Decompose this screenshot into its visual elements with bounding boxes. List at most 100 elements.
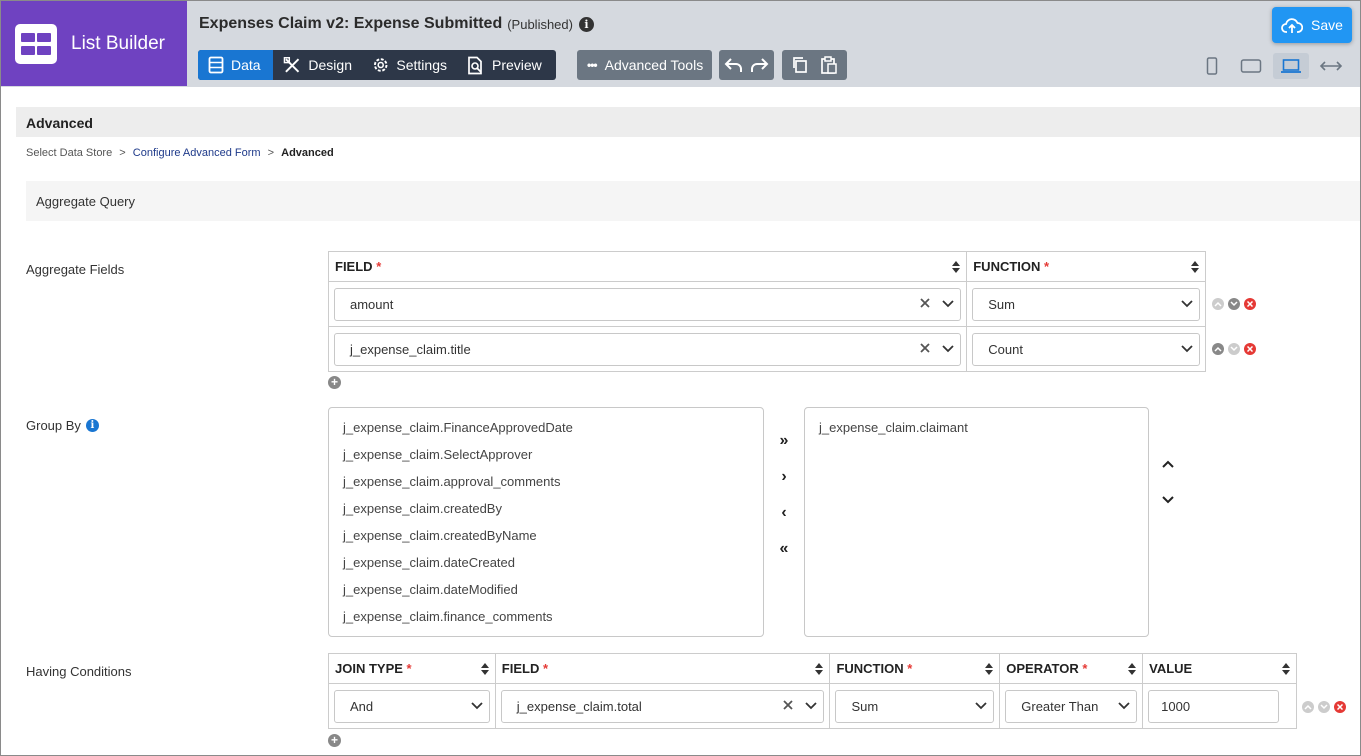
selected-fields-list[interactable]: j_expense_claim.claimant <box>804 407 1149 637</box>
device-laptop-button[interactable] <box>1273 53 1309 79</box>
redo-icon[interactable] <box>749 56 769 74</box>
remove-row-icon[interactable] <box>1244 343 1256 355</box>
add-having-condition-icon[interactable]: + <box>328 734 341 747</box>
available-fields-list[interactable]: j_expense_claim.FinanceApprovedDate j_ex… <box>328 407 764 637</box>
required-marker: * <box>406 661 412 676</box>
chevron-down-icon <box>1118 701 1130 709</box>
list-item[interactable]: j_expense_claim.createdByName <box>329 522 763 549</box>
sort-icon[interactable] <box>1282 663 1290 675</box>
having-conditions-table: JOIN TYPE * FIELD * FUNCTION * OPERATOR … <box>328 653 1297 729</box>
list-item[interactable]: j_expense_claim.dateModified <box>329 576 763 603</box>
device-tablet-button[interactable] <box>1233 53 1269 79</box>
function-select[interactable]: Count <box>972 332 1200 366</box>
tab-settings-label: Settings <box>396 57 447 73</box>
list-item[interactable]: j_expense_claim.FinanceApprovedDate <box>329 414 763 441</box>
group-by-label-wrap: Group By i <box>26 418 99 433</box>
move-right-button[interactable]: › <box>774 468 794 486</box>
undo-icon[interactable] <box>724 56 744 74</box>
join-type-select[interactable]: And <box>334 689 490 723</box>
tab-data[interactable]: Data <box>198 50 273 80</box>
list-item[interactable]: j_expense_claim.SelectApprover <box>329 441 763 468</box>
move-left-button[interactable]: ‹ <box>774 504 794 522</box>
move-up-icon[interactable] <box>1212 298 1224 310</box>
required-marker: * <box>1082 661 1088 676</box>
group-by-label: Group By <box>26 418 81 433</box>
field-select[interactable]: amount <box>334 287 962 321</box>
app-name: List Builder <box>71 32 165 54</box>
list-item[interactable]: j_expense_claim.approval_comments <box>329 468 763 495</box>
field-value: j_expense_claim.title <box>350 341 471 357</box>
move-up-icon[interactable] <box>1302 701 1314 713</box>
chevron-down-icon[interactable] <box>1162 495 1174 504</box>
chevron-down-icon <box>942 344 954 352</box>
column-header-value[interactable]: VALUE <box>1142 653 1297 684</box>
remove-row-icon[interactable] <box>1244 298 1256 310</box>
function-select[interactable]: Sum <box>972 287 1200 321</box>
sort-icon[interactable] <box>952 261 961 273</box>
add-aggregate-field-icon[interactable]: + <box>328 376 341 389</box>
save-button[interactable]: Save <box>1272 7 1352 43</box>
clear-icon[interactable] <box>783 699 794 710</box>
operator-value: Greater Than <box>1021 698 1099 714</box>
column-header-field[interactable]: FIELD * <box>327 251 968 282</box>
sort-icon[interactable] <box>480 663 489 675</box>
preview-doc-icon <box>468 56 482 74</box>
remove-row-icon[interactable] <box>1334 701 1346 713</box>
cloud-upload-icon <box>1281 17 1304 33</box>
list-item[interactable]: j_expense_claim.dateCreated <box>329 549 763 576</box>
tab-settings[interactable]: Settings <box>362 50 457 80</box>
advanced-tools-button[interactable]: ••• Advanced Tools <box>577 50 712 80</box>
info-icon[interactable]: i <box>85 419 99 432</box>
sort-icon[interactable] <box>1128 663 1137 675</box>
join-type-value: And <box>350 698 374 714</box>
sort-icon[interactable] <box>815 663 824 675</box>
field-value: amount <box>350 296 394 312</box>
column-header-function[interactable]: FUNCTION * <box>829 653 1001 684</box>
list-item[interactable]: j_expense_claim.createdBy <box>329 495 763 522</box>
copy-icon[interactable] <box>791 56 809 74</box>
device-fullwidth-button[interactable] <box>1313 53 1349 79</box>
column-header-operator[interactable]: OPERATOR * <box>999 653 1144 684</box>
move-down-icon[interactable] <box>1228 343 1240 355</box>
column-header-field[interactable]: FIELD * <box>494 653 831 684</box>
breadcrumb-configure-advanced-form[interactable]: Configure Advanced Form <box>133 147 261 159</box>
having-function-select[interactable]: Sum <box>835 689 995 723</box>
aggregate-query-panel-header: Aggregate Query <box>26 181 1360 221</box>
breadcrumb-select-data-store[interactable]: Select Data Store <box>26 147 112 159</box>
paste-icon[interactable] <box>820 55 838 75</box>
header-label: VALUE <box>1149 661 1193 676</box>
move-all-right-button[interactable]: » <box>774 432 794 450</box>
value-input[interactable]: 1000 <box>1148 689 1279 723</box>
column-header-function[interactable]: FUNCTION * <box>966 251 1206 282</box>
move-all-left-button[interactable]: « <box>774 540 794 558</box>
tab-design[interactable]: Design <box>273 50 362 80</box>
function-value: Sum <box>851 698 879 714</box>
chevron-up-icon[interactable] <box>1162 460 1174 469</box>
info-icon[interactable]: i <box>578 16 594 32</box>
clear-icon[interactable] <box>920 297 930 308</box>
sort-icon[interactable] <box>1191 261 1199 273</box>
chevron-down-icon <box>471 701 483 709</box>
list-item[interactable]: j_expense_claim.finance_comments <box>329 603 763 630</box>
function-value: Count <box>988 341 1023 357</box>
having-conditions-label: Having Conditions <box>26 664 132 679</box>
table-row: amount Sum <box>327 281 1206 327</box>
row-controls <box>1212 298 1256 310</box>
move-up-icon[interactable] <box>1212 343 1224 355</box>
field-select[interactable]: j_expense_claim.title <box>334 332 962 366</box>
device-mobile-button[interactable] <box>1194 53 1230 79</box>
move-down-icon[interactable] <box>1318 701 1330 713</box>
tab-design-label: Design <box>308 57 352 73</box>
column-header-join-type[interactable]: JOIN TYPE * <box>328 653 496 684</box>
tab-data-label: Data <box>231 57 261 73</box>
sort-icon[interactable] <box>985 663 994 675</box>
advanced-tools-label: Advanced Tools <box>604 57 704 73</box>
clear-icon[interactable] <box>920 342 930 353</box>
operator-select[interactable]: Greater Than <box>1005 689 1138 723</box>
list-item[interactable]: j_expense_claim.claimant <box>805 414 1148 441</box>
aggregate-fields-label: Aggregate Fields <box>26 262 125 277</box>
tab-preview[interactable]: Preview <box>457 50 556 80</box>
move-down-icon[interactable] <box>1228 298 1240 310</box>
having-field-select[interactable]: j_expense_claim.total <box>500 689 825 723</box>
tablet-icon <box>1240 59 1262 73</box>
